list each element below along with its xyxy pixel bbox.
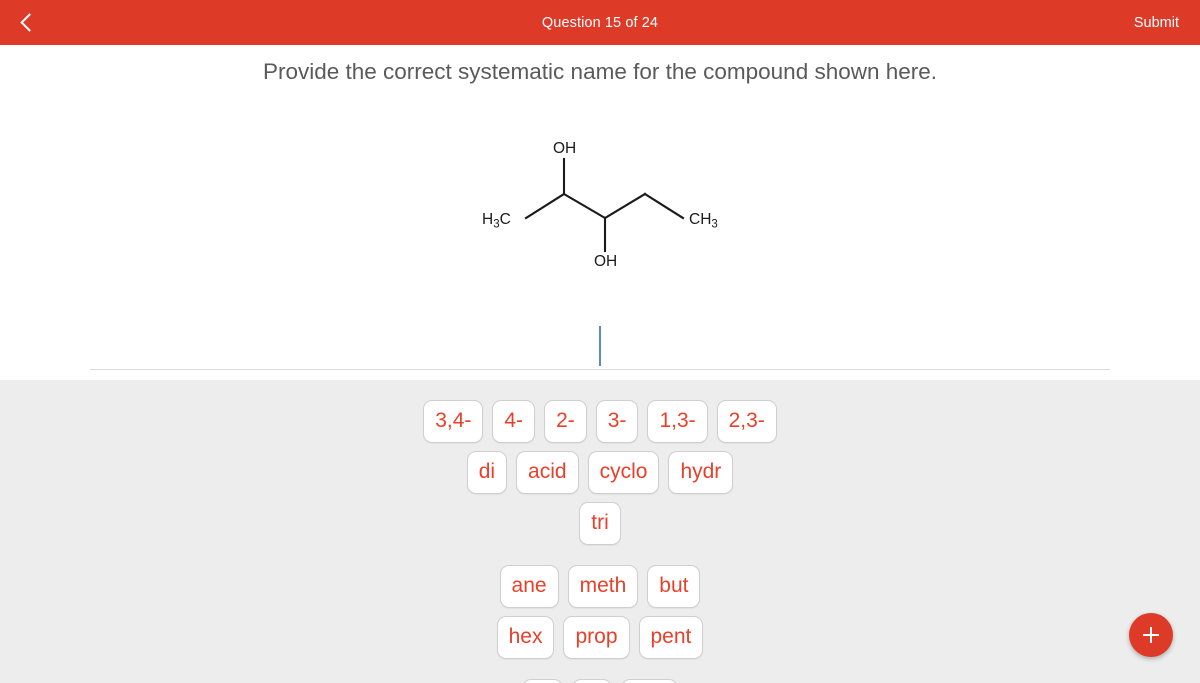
token-button[interactable]: oxy [621, 679, 678, 683]
label-hydroxyl-bottom: OH [594, 253, 617, 270]
submit-button[interactable]: Submit [1134, 15, 1179, 31]
bond-lines [524, 157, 685, 253]
token-button[interactable]: 3- [595, 400, 639, 443]
text-caret [599, 325, 601, 366]
answer-area [0, 300, 1200, 380]
compound-structure: H3C CH3 OH OH [0, 120, 1200, 300]
token-button[interactable]: meth [567, 565, 639, 608]
token-button[interactable]: acid [516, 451, 579, 494]
token-button[interactable]: 4- [492, 400, 536, 443]
answer-input[interactable] [90, 322, 1110, 369]
chevron-left-icon [19, 13, 39, 32]
question-counter: Question 15 of 24 [541, 14, 659, 31]
token-row: al ol oxy [0, 679, 1200, 683]
token-button[interactable]: 2- [544, 400, 587, 443]
token-button[interactable]: hydr [668, 451, 734, 494]
token-row: hex prop pent [0, 616, 1200, 659]
token-tray: 3,4- 4- 2- 3- 1,3- 2,3- di acid cyclo hy… [0, 380, 1200, 683]
answer-underline [90, 369, 1110, 370]
token-button[interactable]: hex [496, 616, 555, 659]
token-button[interactable]: 1,3- [647, 400, 708, 443]
token-row: di acid cyclo hydr [0, 451, 1200, 494]
token-button[interactable]: ol [571, 679, 613, 683]
label-right-methyl: CH3 [689, 211, 718, 231]
app-header: Question 15 of 24 Submit [0, 0, 1200, 45]
token-row: ane meth but [0, 565, 1200, 608]
token-row: 3,4- 4- 2- 3- 1,3- 2,3- [0, 400, 1200, 443]
back-button[interactable] [0, 0, 58, 45]
plus-icon-vertical [1150, 627, 1152, 643]
label-hydroxyl-top: OH [553, 140, 576, 157]
token-button[interactable]: prop [563, 616, 630, 659]
question-screen: Question 15 of 24 Submit Provide the cor… [0, 0, 1200, 683]
question-prompt: Provide the correct systematic name for … [262, 59, 938, 84]
atom-labels: H3C CH3 OH OH [482, 140, 718, 270]
structure-svg: H3C CH3 OH OH [482, 140, 718, 270]
token-button[interactable]: 2,3- [716, 400, 777, 443]
token-button[interactable]: al [522, 679, 563, 683]
token-row: tri [0, 502, 1200, 545]
token-button[interactable]: di [466, 451, 508, 494]
token-button[interactable]: 3,4- [423, 400, 484, 443]
add-button[interactable] [1129, 613, 1173, 657]
token-button[interactable]: but [647, 565, 701, 608]
token-button[interactable]: cyclo [587, 451, 660, 494]
token-button[interactable]: tri [579, 502, 621, 545]
label-left-methyl: H3C [482, 211, 511, 231]
token-button[interactable]: pent [638, 616, 704, 659]
token-button[interactable]: ane [499, 565, 559, 608]
